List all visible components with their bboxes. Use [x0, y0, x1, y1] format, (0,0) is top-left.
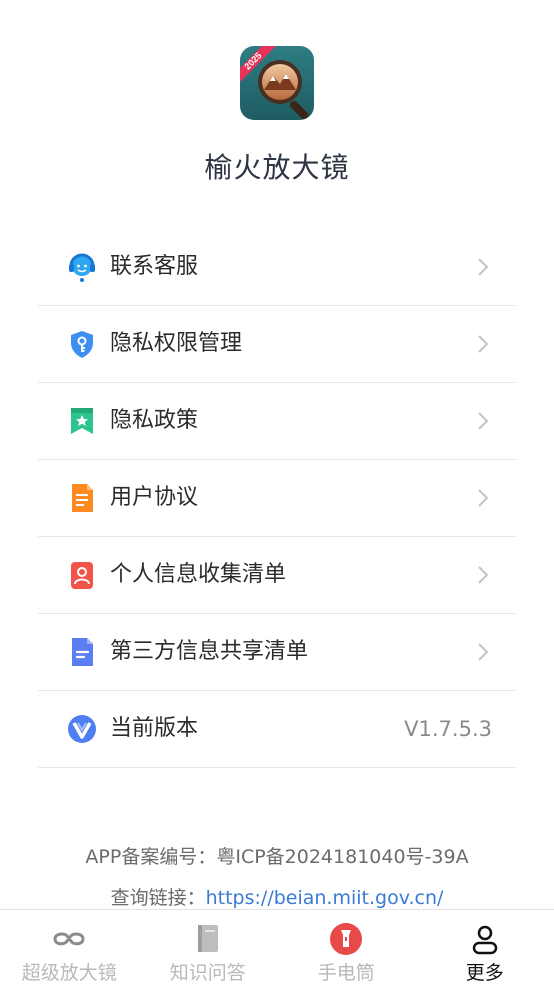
beian-link[interactable]: https://beian.miit.gov.cn/	[206, 887, 444, 909]
person-card-icon	[71, 562, 93, 589]
flashlight-icon	[330, 923, 363, 955]
record-number: APP备案编号：粤ICP备2024181040号-39A	[85, 846, 469, 868]
document-icon	[72, 484, 93, 512]
tab-super-magnifier[interactable]: 超级放大镜	[0, 910, 139, 984]
shield-key-icon	[71, 331, 93, 358]
menu-label: 隐私政策	[110, 408, 199, 433]
tab-more[interactable]: 更多	[416, 910, 554, 984]
user-icon	[472, 925, 497, 955]
tab-label: 更多	[465, 962, 504, 984]
header: 2025 榆火放大镜	[0, 0, 554, 220]
tab-flashlight[interactable]: 手电筒	[277, 910, 416, 984]
menu-label: 联系客服	[110, 254, 199, 279]
v-logo-icon	[68, 715, 96, 743]
menu-item-current-version[interactable]: 当前版本 V1.7.5.3	[38, 691, 516, 768]
tab-knowledge-qa[interactable]: 知识问答	[139, 910, 278, 984]
glasses-icon	[53, 932, 85, 946]
footer-info: APP备案编号：粤ICP备2024181040号-39A 查询链接：https:…	[0, 842, 554, 913]
tab-label: 手电筒	[317, 962, 375, 984]
settings-menu: 联系客服 隐私权限管理 隐私政策 用户协议 个人信息收集清单 第三方信息共享清单…	[38, 229, 516, 768]
menu-item-user-agreement[interactable]: 用户协议	[38, 460, 516, 537]
menu-label: 当前版本	[110, 716, 199, 741]
chevron-right-icon	[478, 643, 489, 661]
bookmark-star-icon	[71, 408, 93, 434]
menu-label: 隐私权限管理	[110, 331, 243, 356]
menu-label: 个人信息收集清单	[110, 562, 287, 587]
bottom-tab-bar: 超级放大镜 知识问答 手电筒 更多	[0, 909, 554, 984]
customer-service-icon	[69, 253, 95, 282]
query-prefix: 查询链接：	[110, 887, 206, 909]
chevron-right-icon	[478, 335, 489, 353]
chevron-right-icon	[478, 489, 489, 507]
file-lines-icon	[72, 638, 93, 666]
app-logo: 2025	[240, 46, 314, 120]
menu-item-privacy-permissions[interactable]: 隐私权限管理	[38, 306, 516, 383]
menu-item-third-party-sharing[interactable]: 第三方信息共享清单	[38, 614, 516, 691]
chevron-right-icon	[478, 258, 489, 276]
menu-label: 用户协议	[110, 485, 199, 510]
book-icon	[197, 925, 218, 952]
app-name: 榆火放大镜	[204, 151, 350, 184]
chevron-right-icon	[478, 566, 489, 584]
tab-label: 知识问答	[169, 962, 246, 984]
version-value: V1.7.5.3	[404, 717, 492, 741]
chevron-right-icon	[478, 412, 489, 430]
menu-item-privacy-policy[interactable]: 隐私政策	[38, 383, 516, 460]
menu-item-customer-service[interactable]: 联系客服	[38, 229, 516, 306]
tab-label: 超级放大镜	[21, 962, 117, 984]
menu-item-personal-info-list[interactable]: 个人信息收集清单	[38, 537, 516, 614]
menu-label: 第三方信息共享清单	[110, 639, 309, 664]
